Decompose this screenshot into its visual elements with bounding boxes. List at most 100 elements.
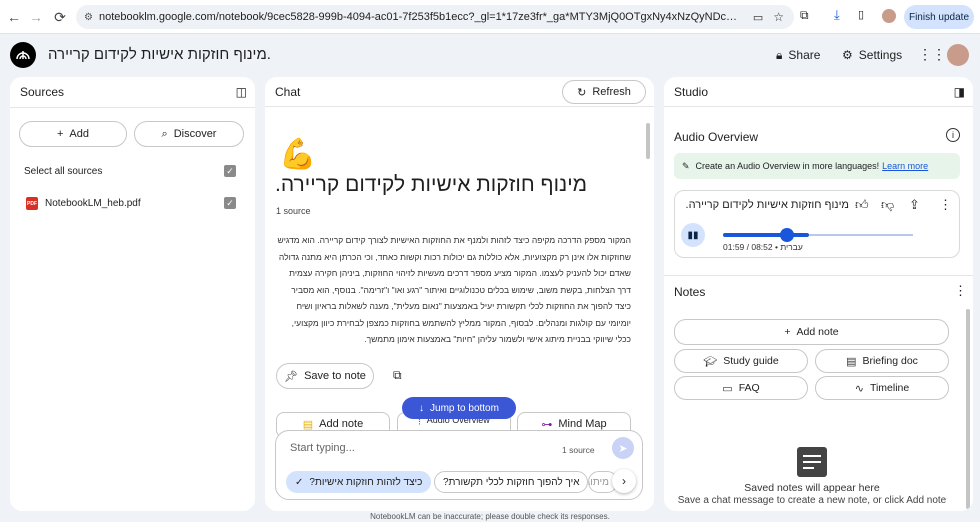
finish-update-button[interactable]: Finish update xyxy=(904,5,974,29)
audio-title: מינוף חוזקות אישיות לקידום קריירה. xyxy=(685,199,849,211)
saved-notes-hint: Save a chat message to create a new note… xyxy=(677,495,947,506)
logo-icon xyxy=(16,51,30,60)
refresh-button[interactable]: ↻ Refresh xyxy=(562,80,646,104)
add-label: Add xyxy=(69,128,89,140)
jump-label: Jump to bottom xyxy=(430,402,499,414)
chat-body: 💪 מינוף חוזקות אישיות לקידום קריירה. 1 s… xyxy=(265,107,654,511)
select-all-checkbox[interactable]: ✓ xyxy=(224,165,236,177)
disclaimer: NotebookLM can be inaccurate; please dou… xyxy=(370,512,610,521)
add-note-label: Add note xyxy=(319,418,364,430)
flexed-biceps-icon: 💪 xyxy=(279,138,317,171)
address-bar[interactable]: ⚙ notebooklm.google.com/notebook/9cec582… xyxy=(76,5,794,29)
select-all-label: Select all sources xyxy=(24,166,103,177)
audio-scrubber[interactable] xyxy=(780,228,794,242)
chat-input[interactable]: Start typing... xyxy=(290,442,355,454)
notebooklm-logo[interactable] xyxy=(10,42,36,68)
pin-icon: 📌︎ xyxy=(284,370,299,383)
chat-notebook-title: מינוף חוזקות אישיות לקידום קריירה. xyxy=(275,173,588,196)
more-vert-icon[interactable]: ⋮ xyxy=(939,197,952,213)
sparkle-icon: ✎ xyxy=(682,160,690,171)
check-icon: ✓ xyxy=(295,476,304,488)
share-audio-icon[interactable]: ⇪ xyxy=(909,197,920,213)
studio-header: Studio ◨ xyxy=(664,77,973,107)
audio-overview-card: מינוף חוזקות אישיות לקידום קריירה. 👍︎ 👎︎… xyxy=(674,190,960,258)
info-icon[interactable]: i xyxy=(946,128,960,142)
plus-icon: + xyxy=(784,326,791,338)
collapse-studio-icon[interactable]: ◨ xyxy=(954,85,965,99)
faq-button[interactable]: ▭ FAQ xyxy=(674,376,808,400)
faq-icon: ▭ xyxy=(722,382,733,395)
audio-progress-played xyxy=(723,233,809,237)
forward-icon[interactable]: → xyxy=(24,5,48,29)
notebook-title[interactable]: מינוף חוזקות אישיות לקידום קריירה. xyxy=(48,46,271,63)
pause-button[interactable]: ▮▮ xyxy=(681,223,705,247)
study-guide-label: Study guide xyxy=(723,355,779,367)
input-source-count: 1 source xyxy=(562,445,595,455)
suggestion-text-1: כיצד לזהות חוזקות אישיות? xyxy=(309,476,423,488)
timeline-label: Timeline xyxy=(869,382,910,394)
briefing-doc-button[interactable]: ▤ Briefing doc xyxy=(815,349,949,373)
source-checkbox[interactable]: ✓ xyxy=(224,197,236,209)
divider xyxy=(664,275,973,276)
graduation-cap-icon: 🎓︎ xyxy=(703,355,718,368)
refresh-label: Refresh xyxy=(592,86,631,98)
jump-to-bottom-button[interactable]: ↓ Jump to bottom xyxy=(402,397,516,419)
collapse-panel-icon[interactable]: ◫ xyxy=(236,85,247,99)
avatar[interactable] xyxy=(947,44,969,66)
send-arrow-icon[interactable]: ➤ xyxy=(612,437,634,459)
chat-scrollbar[interactable] xyxy=(646,123,650,159)
suggestion-text-3: מיתוג... xyxy=(589,476,609,488)
site-info-icon[interactable]: ⚙ xyxy=(84,12,93,23)
thumbs-up-icon[interactable]: 👍︎ xyxy=(855,197,869,213)
copy-icon[interactable]: ⧉ xyxy=(393,368,402,383)
chevron-right-icon[interactable]: › xyxy=(612,469,636,493)
studio-scrollbar[interactable] xyxy=(966,309,970,509)
suggestion-chip-1[interactable]: כיצד לזהות חוזקות אישיות? ✓ xyxy=(286,471,432,493)
extensions-icon[interactable]: ⧉ xyxy=(800,8,809,23)
app-header: מינוף חוזקות אישיות לקידום קריירה. 🔒︎ Sh… xyxy=(0,34,980,76)
discover-button[interactable]: ⌕ Discover xyxy=(134,121,244,147)
plus-icon: + xyxy=(56,128,64,140)
back-icon[interactable]: ← xyxy=(2,5,26,29)
sidebar-icon[interactable]: ▯ xyxy=(858,8,864,21)
suggestion-chip-2[interactable]: איך להפוך חוזקות לכלי תקשורת? xyxy=(434,471,589,493)
chat-input-box: Start typing... 1 source ➤ כיצד לזהות חו… xyxy=(275,430,643,500)
study-guide-button[interactable]: 🎓︎ Study guide xyxy=(674,349,808,373)
chat-source-count: 1 source xyxy=(276,206,311,216)
share-icon: 🔒︎ xyxy=(776,47,783,62)
discover-label: Discover xyxy=(173,128,217,140)
bookmark-star-icon[interactable]: ☆ xyxy=(773,10,784,24)
timeline-button[interactable]: ∿ Timeline xyxy=(815,376,949,400)
document-icon: ▤ xyxy=(846,355,857,368)
sources-title: Sources xyxy=(20,85,65,99)
source-summary: המקור מספק הדרכה מקיפה כיצד לזהות ולמנף … xyxy=(277,235,631,344)
learn-more-link[interactable]: Learn more xyxy=(882,161,928,171)
timeline-icon: ∿ xyxy=(854,382,864,395)
studio-title: Studio xyxy=(674,84,709,99)
chat-title-label: Chat xyxy=(275,84,301,99)
source-file-name[interactable]: NotebookLM_heb.pdf xyxy=(45,198,141,209)
thumbs-down-icon[interactable]: 👎︎ xyxy=(881,197,894,213)
apps-grid-icon[interactable]: ⋮⋮ xyxy=(918,46,946,63)
save-to-note-button[interactable]: 📌︎ Save to note xyxy=(276,363,374,389)
cast-icon[interactable]: ▭ xyxy=(753,11,763,24)
share-button[interactable]: 🔒︎ Share xyxy=(776,43,820,67)
download-icon[interactable]: ⤓ xyxy=(834,7,840,23)
audio-progress-remaining xyxy=(809,234,913,236)
settings-label: Settings xyxy=(858,48,903,62)
share-label: Share xyxy=(788,48,821,62)
chat-header: Chat ↻ Refresh xyxy=(265,77,654,107)
add-note-button[interactable]: + Add note xyxy=(674,319,949,345)
settings-button[interactable]: ⚙ Settings xyxy=(842,43,902,67)
notes-more-icon[interactable]: ⋮ xyxy=(954,283,967,299)
arrow-down-icon: ↓ xyxy=(419,402,425,414)
profile-avatar[interactable] xyxy=(882,9,896,23)
add-source-button[interactable]: + Add xyxy=(19,121,127,147)
studio-panel: Studio ◨ Audio Overview i ✎ Create an Au… xyxy=(664,77,973,511)
chat-panel: Chat ↻ Refresh 💪 מינוף חוזקות אישיות לקי… xyxy=(265,77,654,511)
suggestion-text-2: איך להפוך חוזקות לכלי תקשורת? xyxy=(443,476,580,488)
reload-icon[interactable]: ⟳ xyxy=(48,5,72,29)
sources-header: Sources ◫ xyxy=(10,77,255,107)
audio-overview-heading: Audio Overview xyxy=(674,130,759,144)
sources-panel: Sources ◫ + Add ⌕ Discover Select all so… xyxy=(10,77,255,511)
